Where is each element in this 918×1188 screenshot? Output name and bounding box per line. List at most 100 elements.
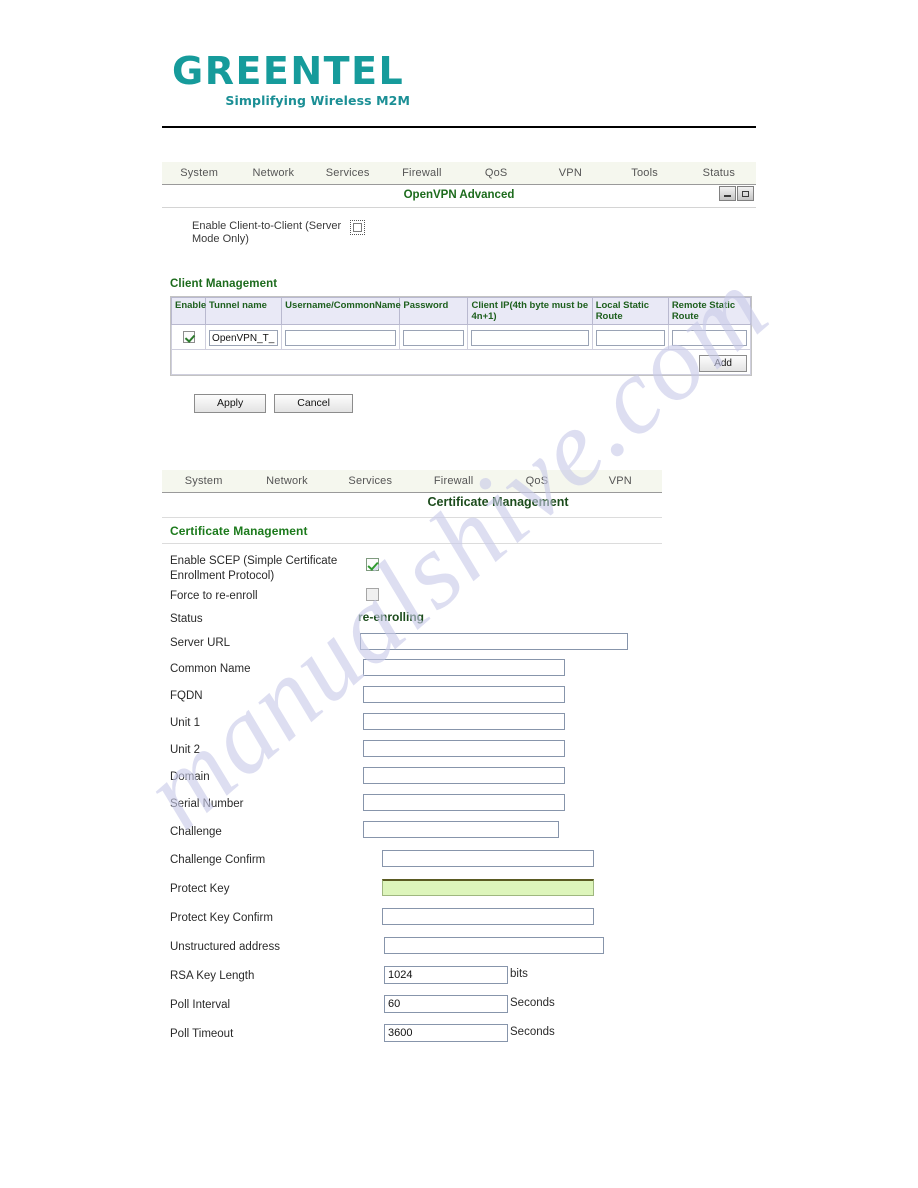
poll-timeout-input[interactable] xyxy=(384,1024,508,1042)
client-management-table: Enable Tunnel name Username/CommonName P… xyxy=(170,296,752,376)
cert-nav-tab-system[interactable]: System xyxy=(162,470,245,492)
rsa-key-length-label: RSA Key Length xyxy=(170,970,255,982)
table-header-row: Enable Tunnel name Username/CommonName P… xyxy=(170,297,752,325)
row-client-ip-cell xyxy=(467,324,593,350)
nav-tab-services[interactable]: Services xyxy=(311,162,385,184)
protect-key-confirm-label: Protect Key Confirm xyxy=(170,912,273,924)
table-add-row: Add xyxy=(171,349,751,375)
challenge-confirm-label: Challenge Confirm xyxy=(170,854,266,866)
scep-checkbox[interactable] xyxy=(366,558,379,571)
serial-number-label: Serial Number xyxy=(170,798,244,810)
add-button[interactable]: Add xyxy=(699,354,747,372)
unit-1-row: Unit 1 xyxy=(162,710,662,737)
openvpn-advanced-panel: System Network Services Firewall QoS VPN… xyxy=(162,162,756,413)
brand-logo: GREENTEL Simplifying Wireless M2M xyxy=(172,52,412,108)
unit-2-input[interactable] xyxy=(363,740,565,757)
nav-tab-qos[interactable]: QoS xyxy=(459,162,533,184)
challenge-row: Challenge xyxy=(162,818,662,846)
status-label: Status xyxy=(170,612,203,625)
nav-tab-network[interactable]: Network xyxy=(236,162,310,184)
column-header-client-ip: Client IP(4th byte must be 4n+1) xyxy=(467,297,593,325)
fqdn-input[interactable] xyxy=(363,686,565,703)
domain-input[interactable] xyxy=(363,767,565,784)
column-header-remote-route: Remote Static Route xyxy=(667,297,752,325)
unstructured-address-row: Unstructured address xyxy=(162,933,662,962)
poll-interval-unit: Seconds xyxy=(510,997,555,1009)
row-enable-checkbox[interactable] xyxy=(182,330,195,343)
common-name-input[interactable] xyxy=(363,659,565,676)
nav-tab-tools[interactable]: Tools xyxy=(608,162,682,184)
cancel-button[interactable]: Cancel xyxy=(274,394,353,413)
challenge-confirm-row: Challenge Confirm xyxy=(162,846,662,875)
server-url-input[interactable] xyxy=(360,633,628,650)
column-header-password: Password xyxy=(399,297,469,325)
protect-key-confirm-input[interactable] xyxy=(382,908,594,925)
rsa-key-length-input[interactable] xyxy=(384,966,508,984)
force-reenroll-row: Force to re-enroll xyxy=(162,584,662,608)
minimize-button[interactable] xyxy=(719,186,736,201)
tunnel-name-input[interactable] xyxy=(209,330,279,347)
local-static-route-input[interactable] xyxy=(595,330,665,347)
server-url-row: Server URL xyxy=(162,630,662,656)
column-header-username: Username/CommonName xyxy=(281,297,401,325)
nav-tab-firewall[interactable]: Firewall xyxy=(385,162,459,184)
table-row xyxy=(170,324,752,350)
protect-key-input[interactable] xyxy=(382,879,594,896)
status-row: Status re-enrolling xyxy=(162,608,662,630)
challenge-label: Challenge xyxy=(170,825,222,838)
protect-key-label: Protect Key xyxy=(170,883,230,895)
nav-tab-vpn[interactable]: VPN xyxy=(533,162,607,184)
restore-button[interactable] xyxy=(737,186,754,201)
certificate-title-bar: Certificate Management xyxy=(162,493,662,518)
client-ip-input[interactable] xyxy=(471,330,589,347)
scep-label: Enable SCEP (Simple Certificate Enrollme… xyxy=(170,555,338,582)
cert-nav-tab-qos[interactable]: QoS xyxy=(495,470,578,492)
cert-nav-tab-network[interactable]: Network xyxy=(245,470,328,492)
form-action-buttons: Apply Cancel xyxy=(194,394,756,413)
apply-button[interactable]: Apply xyxy=(194,394,267,413)
rsa-key-length-row: RSA Key Length bits xyxy=(162,962,662,991)
fqdn-label: FQDN xyxy=(170,690,203,702)
cert-nav-tab-services[interactable]: Services xyxy=(329,470,412,492)
common-name-row: Common Name xyxy=(162,656,662,683)
page-title: OpenVPN Advanced xyxy=(403,189,515,201)
openvpn-title-bar: OpenVPN Advanced xyxy=(162,185,756,208)
nav-tab-status[interactable]: Status xyxy=(682,162,756,184)
unit-1-input[interactable] xyxy=(363,713,565,730)
unstructured-address-input[interactable] xyxy=(384,937,604,954)
row-tunnel-name-cell xyxy=(205,324,283,350)
row-password-cell xyxy=(399,324,469,350)
cert-nav-tab-vpn[interactable]: VPN xyxy=(579,470,662,492)
poll-interval-input[interactable] xyxy=(384,995,508,1013)
row-remote-route-cell xyxy=(667,324,752,350)
common-name-label: Common Name xyxy=(170,663,251,675)
unit-1-label: Unit 1 xyxy=(170,717,201,729)
rsa-key-length-unit: bits xyxy=(510,968,528,980)
username-input[interactable] xyxy=(285,330,397,347)
server-url-label: Server URL xyxy=(170,636,231,649)
column-header-enable: Enable xyxy=(170,297,206,325)
status-badge: re-enrolling xyxy=(358,610,425,624)
certificate-heading-divider xyxy=(162,543,662,544)
poll-timeout-label: Poll Timeout xyxy=(170,1028,234,1040)
password-input[interactable] xyxy=(403,330,465,347)
challenge-confirm-input[interactable] xyxy=(382,850,594,867)
challenge-input[interactable] xyxy=(363,821,559,838)
unit-2-row: Unit 2 xyxy=(162,737,662,764)
remote-static-route-input[interactable] xyxy=(671,330,747,347)
fqdn-row: FQDN xyxy=(162,683,662,710)
header-divider xyxy=(162,126,756,128)
unstructured-address-label: Unstructured address xyxy=(170,941,280,953)
poll-timeout-unit: Seconds xyxy=(510,1026,555,1038)
nav-tab-system[interactable]: System xyxy=(162,162,236,184)
domain-row: Domain xyxy=(162,764,662,791)
client-to-client-checkbox[interactable] xyxy=(350,220,365,235)
minimize-icon xyxy=(724,194,731,197)
serial-number-input[interactable] xyxy=(363,794,565,811)
certificate-form: Enable SCEP (Simple Certificate Enrollme… xyxy=(162,552,662,1049)
serial-number-row: Serial Number xyxy=(162,791,662,818)
add-row-cell: Add xyxy=(171,349,751,375)
force-reenroll-checkbox[interactable] xyxy=(366,588,379,601)
row-username-cell xyxy=(281,324,401,350)
cert-nav-tab-firewall[interactable]: Firewall xyxy=(412,470,495,492)
